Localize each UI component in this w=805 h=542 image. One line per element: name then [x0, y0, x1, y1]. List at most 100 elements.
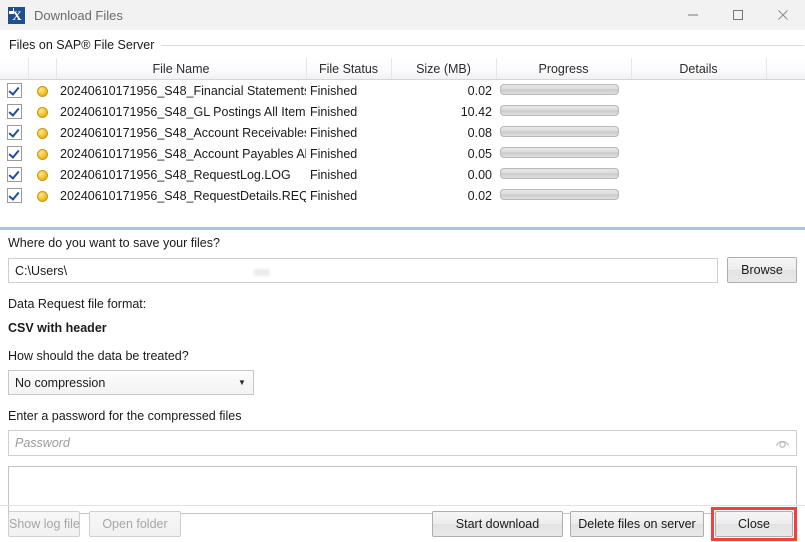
close-icon[interactable]: [760, 0, 805, 30]
maximize-icon[interactable]: [715, 0, 760, 30]
close-button[interactable]: Close: [715, 511, 793, 537]
show-log-file-button[interactable]: Show log file: [8, 511, 80, 537]
cell-details: [631, 122, 766, 143]
cell-file-name: 20240610171956_S48_GL Postings All Item.…: [56, 101, 306, 122]
password-field[interactable]: Password: [8, 430, 797, 456]
column-header-progress[interactable]: Progress: [496, 58, 631, 80]
file-format-label: Data Request file format:: [0, 297, 805, 311]
row-checkbox-cell[interactable]: [0, 185, 28, 206]
row-checkbox-cell[interactable]: [0, 101, 28, 122]
row-status-dot-cell: [28, 143, 56, 164]
column-header-size[interactable]: Size (MB): [391, 58, 496, 80]
footer-right-buttons: Start download Delete files on server Cl…: [432, 507, 797, 541]
progress-bar: [500, 105, 619, 116]
row-status-dot-cell: [28, 80, 56, 102]
cell-file-name: 20240610171956_S48_Financial Statements.…: [56, 80, 306, 102]
cell-size-mb: 0.05: [391, 143, 496, 164]
file-table: File Name File Status Size (MB) Progress…: [0, 58, 805, 206]
cell-filler: [766, 122, 805, 143]
column-header-file-name[interactable]: File Name: [56, 58, 306, 80]
save-path-input[interactable]: C:\Users\: [8, 258, 718, 283]
column-header-file-status[interactable]: File Status: [306, 58, 391, 80]
checkbox-checked-icon[interactable]: [7, 104, 22, 119]
checkbox-checked-icon[interactable]: [7, 188, 22, 203]
cell-filler: [766, 164, 805, 185]
cell-file-name: 20240610171956_S48_RequestLog.LOG: [56, 164, 306, 185]
column-header-status-dot[interactable]: [28, 58, 56, 80]
table-row[interactable]: 20240610171956_S48_Account Receivables..…: [0, 122, 805, 143]
cell-progress: [496, 122, 631, 143]
table-row[interactable]: 20240610171956_S48_Financial Statements.…: [0, 80, 805, 102]
group-divider-rule: [161, 45, 804, 46]
checkbox-checked-icon[interactable]: [7, 125, 22, 140]
cell-details: [631, 80, 766, 102]
table-row[interactable]: 20240610171956_S48_GL Postings All Item.…: [0, 101, 805, 122]
cell-progress: [496, 143, 631, 164]
table-row[interactable]: 20240610171956_S48_RequestLog.LOGFinishe…: [0, 164, 805, 185]
column-header-details[interactable]: Details: [631, 58, 766, 80]
password-input[interactable]: Password: [9, 436, 768, 450]
cell-size-mb: 0.02: [391, 185, 496, 206]
minimize-icon[interactable]: [670, 0, 715, 30]
row-checkbox-cell[interactable]: [0, 143, 28, 164]
sap-download-icon: X: [8, 7, 25, 24]
files-group-header: Files on SAP® File Server: [0, 38, 805, 52]
cell-filler: [766, 80, 805, 102]
cell-file-status: Finished: [306, 185, 391, 206]
window-title: Download Files: [34, 8, 123, 23]
cell-file-status: Finished: [306, 80, 391, 102]
cell-file-name: 20240610171956_S48_Account Payables All.…: [56, 143, 306, 164]
path-redaction-overlay: [194, 264, 544, 280]
pending-dot-icon: [37, 149, 48, 160]
progress-bar: [500, 168, 619, 179]
cell-filler: [766, 185, 805, 206]
column-header-filler: [766, 58, 805, 80]
files-group-label: Files on SAP® File Server: [9, 38, 161, 52]
pending-dot-icon: [37, 128, 48, 139]
cell-file-name: 20240610171956_S48_RequestDetails.REQ: [56, 185, 306, 206]
table-row[interactable]: 20240610171956_S48_Account Payables All.…: [0, 143, 805, 164]
file-table-container: File Name File Status Size (MB) Progress…: [0, 58, 805, 206]
checkbox-checked-icon[interactable]: [7, 167, 22, 182]
cell-details: [631, 101, 766, 122]
eye-icon[interactable]: [768, 436, 796, 451]
cell-file-status: Finished: [306, 164, 391, 185]
chevron-down-icon: ▼: [231, 379, 253, 387]
file-table-header: File Name File Status Size (MB) Progress…: [0, 58, 805, 80]
start-download-button[interactable]: Start download: [432, 511, 563, 537]
table-row[interactable]: 20240610171956_S48_RequestDetails.REQFin…: [0, 185, 805, 206]
row-checkbox-cell[interactable]: [0, 80, 28, 102]
row-checkbox-cell[interactable]: [0, 164, 28, 185]
delete-files-on-server-button[interactable]: Delete files on server: [570, 511, 704, 537]
close-button-highlight: Close: [711, 507, 797, 541]
column-header-select[interactable]: [0, 58, 28, 80]
compression-select-value: No compression: [9, 376, 231, 390]
cell-details: [631, 185, 766, 206]
file-format-value: CSV with header: [0, 321, 805, 335]
row-status-dot-cell: [28, 101, 56, 122]
checkbox-checked-icon[interactable]: [7, 146, 22, 161]
pending-dot-icon: [37, 170, 48, 181]
compression-select[interactable]: No compression ▼: [8, 370, 254, 395]
progress-bar: [500, 147, 619, 158]
save-location-label: Where do you want to save your files?: [0, 236, 805, 250]
browse-button[interactable]: Browse: [727, 257, 797, 283]
footer-left-buttons: Show log file Open folder: [8, 511, 181, 537]
cell-file-status: Finished: [306, 143, 391, 164]
row-status-dot-cell: [28, 185, 56, 206]
row-checkbox-cell[interactable]: [0, 122, 28, 143]
password-label: Enter a password for the compressed file…: [0, 409, 805, 423]
row-status-dot-cell: [28, 122, 56, 143]
row-status-dot-cell: [28, 164, 56, 185]
cell-progress: [496, 101, 631, 122]
pending-dot-icon: [37, 191, 48, 202]
open-folder-button[interactable]: Open folder: [89, 511, 181, 537]
checkbox-checked-icon[interactable]: [7, 83, 22, 98]
cell-filler: [766, 143, 805, 164]
cell-file-name: 20240610171956_S48_Account Receivables..…: [56, 122, 306, 143]
cell-size-mb: 0.08: [391, 122, 496, 143]
cell-file-status: Finished: [306, 122, 391, 143]
path-redaction-smudge: [254, 269, 270, 276]
cell-progress: [496, 185, 631, 206]
cell-details: [631, 143, 766, 164]
